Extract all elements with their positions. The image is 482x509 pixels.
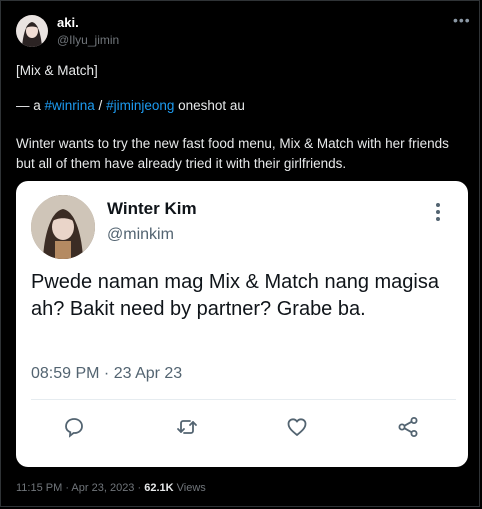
tweet-line-hashtags: — a #winrina / #jiminjeong oneshot au	[16, 96, 468, 116]
quoted-timestamp[interactable]: 08:59 PM · 23 Apr 23	[31, 365, 182, 383]
views-count: 62.1K	[144, 482, 174, 494]
vertical-more-icon[interactable]	[434, 203, 442, 223]
tweet-text-prefix: — a	[16, 98, 45, 113]
like-icon[interactable]	[285, 415, 309, 439]
hashtag-link-winrina[interactable]: #winrina	[45, 98, 95, 113]
avatar-image	[16, 15, 48, 47]
tweet-container: aki. @Ilyu_jimin ••• [Mix & Match] — a #…	[0, 0, 480, 507]
author-display-name[interactable]: aki.	[57, 15, 79, 30]
reply-icon[interactable]	[62, 415, 86, 439]
quoted-tweet-text: Pwede naman mag Mix & Match nang magisa …	[31, 271, 439, 320]
tweet-footer: 11:15 PM · Apr 23, 2023 · 62.1K Views	[16, 482, 206, 494]
quoted-avatar-image	[31, 195, 95, 259]
quoted-handle[interactable]: @minkim	[107, 226, 174, 244]
share-icon[interactable]	[396, 415, 420, 439]
tweet-line-title: [Mix & Match]	[16, 63, 98, 78]
avatar[interactable]	[16, 15, 48, 47]
quoted-divider	[31, 399, 456, 400]
author-handle[interactable]: @Ilyu_jimin	[57, 33, 119, 47]
more-icon[interactable]: •••	[453, 12, 471, 28]
quoted-tweet-card[interactable]: Winter Kim @minkim Pwede naman mag Mix &…	[16, 181, 468, 467]
retweet-icon[interactable]	[175, 415, 199, 439]
quoted-avatar[interactable]	[31, 195, 95, 259]
quoted-display-name[interactable]: Winter Kim	[107, 199, 197, 219]
tweet-timestamp[interactable]: 11:15 PM · Apr 23, 2023 ·	[16, 482, 144, 494]
hashtag-separator: /	[94, 98, 107, 113]
tweet-line-description: Winter wants to try the new fast food me…	[16, 136, 449, 171]
views-label: Views	[173, 482, 206, 494]
tweet-text-suffix: oneshot au	[174, 98, 245, 113]
hashtag-link-jiminjeong[interactable]: #jiminjeong	[106, 98, 174, 113]
